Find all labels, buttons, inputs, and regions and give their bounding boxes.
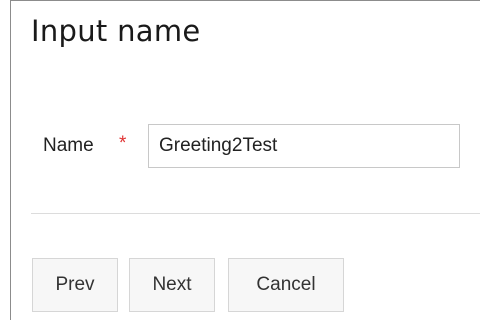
- required-marker: *: [119, 133, 127, 154]
- input-name-dialog: Input name Name * Prev Next Cancel: [10, 0, 480, 320]
- cancel-button[interactable]: Cancel: [228, 258, 344, 312]
- form-divider: [31, 213, 480, 214]
- dialog-title: Input name: [31, 14, 201, 48]
- name-input[interactable]: [148, 124, 460, 168]
- next-button[interactable]: Next: [129, 258, 215, 312]
- name-field-label: Name: [43, 135, 94, 156]
- prev-button[interactable]: Prev: [32, 258, 118, 312]
